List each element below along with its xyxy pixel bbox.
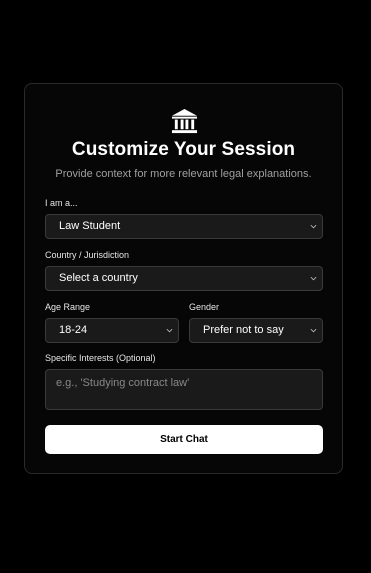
age-range-select[interactable]: 18-24 [45,318,179,343]
role-label: I am a... [45,198,78,208]
interests-placeholder: e.g., 'Studying contract law' [56,377,190,389]
country-select-value: Select a country [59,272,138,284]
chevron-down-icon [166,328,173,333]
country-select[interactable]: Select a country [45,266,323,291]
page-title: Customize Your Session [71,139,296,160]
start-chat-button[interactable]: Start Chat [45,425,323,454]
interests-label: Specific Interests (Optional) [45,353,156,363]
age-range-select-value: 18-24 [59,324,88,336]
page-subtitle: Provide context for more relevant legal … [55,168,312,180]
gender-label: Gender [189,302,220,312]
role-select[interactable]: Law Student [45,214,323,239]
chevron-down-icon [310,276,317,281]
gender-select[interactable]: Prefer not to say [189,318,323,343]
interests-textarea[interactable]: e.g., 'Studying contract law' [45,369,323,410]
chevron-down-icon [310,224,317,229]
role-select-value: Law Student [59,220,121,232]
bank-building-icon [171,108,198,134]
gender-select-value: Prefer not to say [203,324,284,336]
country-label: Country / Jurisdiction [45,250,130,260]
chevron-down-icon [310,328,317,333]
age-range-label: Age Range [45,302,91,312]
session-setup-card: Customize Your Session Provide context f… [24,83,343,474]
